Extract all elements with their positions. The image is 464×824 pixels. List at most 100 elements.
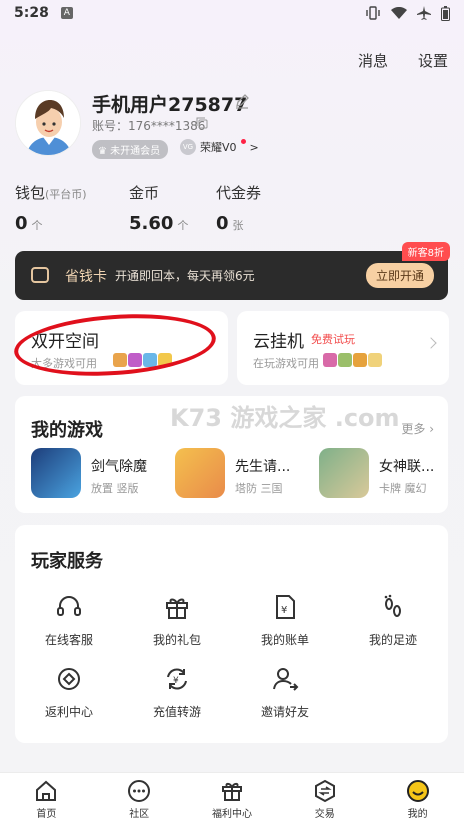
rank-label: 荣耀V0: [200, 141, 237, 154]
chevron-right-icon: >: [249, 140, 259, 154]
invite-icon: [273, 668, 299, 691]
game-icon: [175, 448, 225, 498]
avatar[interactable]: [15, 90, 81, 156]
vouchers-value: 0: [216, 213, 229, 234]
chevron-right-icon: [425, 337, 437, 349]
service-label: 在线客服: [44, 633, 93, 647]
rank-icon: VG: [180, 139, 196, 155]
account-number: 账号：176****1386: [92, 119, 206, 133]
wallet-item-coins[interactable]: 金币 5.60 个: [129, 182, 188, 234]
game-name: 女神联...: [379, 459, 435, 475]
profile-section: 手机用户275877 账号：176****1386 ♛ 未开通会员 VG 荣耀V…: [15, 90, 455, 160]
savings-card-banner[interactable]: 省钱卡 开通即回本，每天再领6元 立即开通: [15, 251, 448, 300]
home-icon: [36, 780, 57, 801]
battery-icon: [441, 5, 450, 21]
tab-label: 福利中心: [211, 809, 252, 820]
tab-label: 交易: [314, 809, 335, 820]
wallet-item-vouchers[interactable]: 代金券 0张: [216, 182, 261, 234]
service-invite-friends[interactable]: 邀请好友: [235, 665, 335, 721]
transfer-icon: ¥: [167, 668, 187, 690]
services-title: 玩家服务: [31, 551, 103, 572]
vouchers-label: 代金券: [216, 184, 262, 202]
airplane-icon: [417, 6, 431, 20]
service-my-bills[interactable]: ¥ 我的账单: [235, 593, 335, 649]
cloud-subtitle: 在玩游戏可用: [253, 357, 319, 370]
cloud-hosting-card[interactable]: 云挂机 免费试玩 在玩游戏可用: [237, 311, 449, 385]
edit-icon[interactable]: [234, 93, 250, 109]
mini-game-icon: [353, 353, 367, 367]
savings-card-desc: 开通即回本，每天再领6元: [115, 269, 255, 283]
bottom-tab-bar: 首页 社区 福利中心 交易 我的: [0, 772, 464, 824]
gift-icon: [166, 598, 188, 619]
status-time: 5:28: [14, 5, 49, 21]
community-icon: [128, 780, 151, 802]
rank-red-dot: [240, 138, 246, 144]
wallet-value: 0: [15, 213, 28, 234]
welfare-icon: [221, 782, 242, 801]
tab-community[interactable]: 社区: [93, 773, 186, 824]
tab-me[interactable]: 我的: [371, 773, 464, 824]
headset-icon: [57, 596, 81, 616]
my-games-title: 我的游戏: [31, 420, 103, 441]
tab-trade[interactable]: 交易: [278, 773, 371, 824]
service-online-support[interactable]: 在线客服: [19, 593, 119, 649]
savings-card-title: 省钱卡: [65, 269, 107, 285]
wallet-item-balance[interactable]: 钱包(平台币) 0个: [15, 182, 87, 234]
status-bar: 5:28 A: [0, 0, 464, 26]
tab-home[interactable]: 首页: [0, 773, 93, 824]
rank-badge[interactable]: VG 荣耀V0 >: [180, 138, 259, 155]
game-icon: [31, 448, 81, 498]
svg-text:¥: ¥: [173, 676, 179, 686]
game-name: 剑气除魔: [91, 459, 147, 475]
tab-label: 首页: [36, 809, 57, 820]
messages-link[interactable]: 消息: [358, 50, 388, 71]
service-my-footprints[interactable]: 我的足迹: [343, 593, 443, 649]
game-tags: 塔防 三国: [235, 482, 283, 495]
service-label: 充值转游: [152, 705, 201, 719]
service-label: 邀请好友: [260, 705, 309, 719]
cloud-game-icons: [323, 353, 382, 367]
game-item[interactable]: 女神联... 卡牌 魔幻: [319, 448, 459, 498]
mini-game-icon: [323, 353, 337, 367]
member-badge[interactable]: ♛ 未开通会员: [92, 140, 169, 159]
game-tags: 卡牌 魔幻: [379, 482, 427, 495]
crown-icon: ♛: [98, 146, 107, 157]
wifi-icon: [391, 6, 407, 19]
game-item[interactable]: 剑气除魔 放置 竖版: [31, 448, 171, 498]
new-customer-badge: 新客8折: [401, 242, 450, 261]
copy-icon[interactable]: [196, 117, 208, 129]
settings-link[interactable]: 设置: [418, 50, 448, 71]
member-badge-label: 未开通会员: [110, 146, 161, 157]
mini-game-icon: [368, 353, 382, 367]
service-my-gifts[interactable]: 我的礼包: [127, 593, 227, 649]
wallet-label: 钱包: [15, 184, 46, 202]
tab-label: 社区: [129, 809, 150, 820]
notification-icon: A: [60, 7, 73, 19]
coins-label: 金币: [129, 184, 160, 202]
wallet-section: 钱包(平台币) 0个 金币 5.60 个 代金券 0张: [15, 182, 455, 234]
service-rebate-center[interactable]: 返利中心: [19, 665, 119, 721]
mini-game-icon: [338, 353, 352, 367]
game-item[interactable]: 先生请... 塔防 三国: [175, 448, 315, 498]
watermark: K73 游戏之家 .com: [170, 404, 400, 432]
tab-welfare[interactable]: 福利中心: [186, 773, 279, 824]
wallet-unit: 个: [31, 219, 43, 232]
status-icons: [365, 5, 450, 21]
service-label: 返利中心: [44, 705, 93, 719]
service-label: 我的足迹: [368, 633, 417, 647]
cloud-title: 云挂机: [253, 332, 304, 352]
bill-icon: ¥: [276, 595, 295, 619]
vibrate-icon: [366, 6, 380, 20]
vouchers-unit: 张: [232, 219, 244, 232]
more-link[interactable]: 更多 ›: [401, 420, 434, 437]
tab-label: 我的: [407, 809, 428, 820]
top-links: 消息 设置: [358, 50, 448, 71]
coins-unit: 个: [177, 219, 189, 232]
me-icon: [406, 780, 429, 802]
activate-button[interactable]: 立即开通: [365, 263, 434, 288]
free-trial-tag: 免费试玩: [311, 333, 355, 346]
svg-text:¥: ¥: [281, 605, 287, 616]
username: 手机用户275877: [92, 94, 248, 116]
service-recharge-transfer[interactable]: ¥ 充值转游: [127, 665, 227, 721]
wallet-icon: [31, 267, 49, 283]
